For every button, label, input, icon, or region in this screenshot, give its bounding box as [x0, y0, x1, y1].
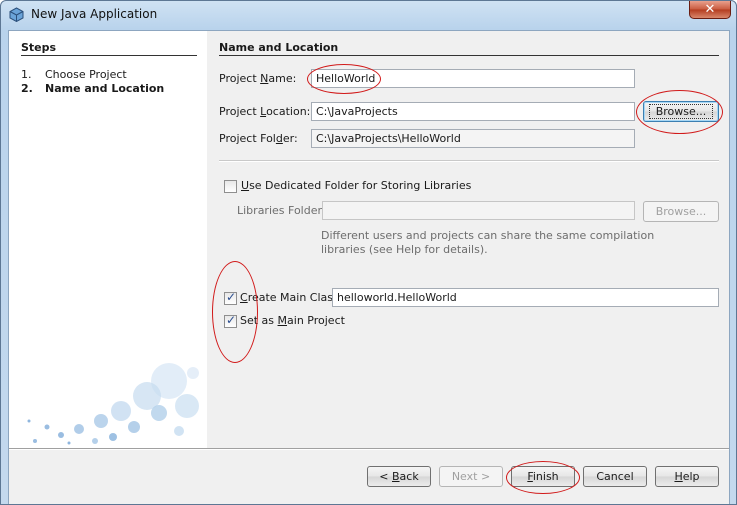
- step-label: Choose Project: [45, 68, 127, 81]
- close-button[interactable]: ✕: [689, 1, 731, 19]
- set-main-project-label[interactable]: Set as Main Project: [240, 314, 345, 327]
- window-title: New Java Application: [31, 7, 158, 21]
- checkmark-icon: ✓: [226, 313, 237, 327]
- finish-button[interactable]: Finish: [511, 466, 575, 487]
- dedicated-libraries-checkbox[interactable]: [224, 180, 237, 193]
- steps-pane: Steps 1. Choose Project 2. Name and Locati…: [9, 31, 207, 448]
- separator: [219, 160, 719, 162]
- dedicated-libraries-label[interactable]: Use Dedicated Folder for Storing Librari…: [241, 179, 471, 192]
- step-name-and-location: 2. Name and Location: [21, 82, 164, 95]
- decorative-bubbles-image: [27, 363, 199, 445]
- steps-heading: Steps: [21, 41, 57, 54]
- browse-location-button[interactable]: Browse...: [643, 101, 719, 122]
- project-location-label: Project Location:: [219, 105, 311, 118]
- set-main-project-checkbox[interactable]: ✓: [224, 313, 237, 328]
- netbeans-cube-icon: [9, 7, 24, 22]
- libraries-hint-line-2: libraries (see Help for details).: [321, 243, 488, 256]
- project-name-label: Project Name:: [219, 72, 297, 85]
- libraries-hint-line-1: Different users and projects can share t…: [321, 229, 655, 242]
- step-number: 2.: [21, 82, 33, 95]
- step-choose-project: 1. Choose Project: [21, 68, 127, 81]
- dialog-window: New Java Application ✕ Steps 1. Choose Pr…: [0, 0, 737, 505]
- steps-divider: [21, 55, 197, 56]
- project-location-input[interactable]: C:\JavaProjects: [311, 102, 635, 121]
- browse-libraries-button[interactable]: Browse...: [643, 201, 719, 222]
- project-folder-label: Project Folder:: [219, 132, 298, 145]
- cancel-button[interactable]: Cancel: [583, 466, 647, 487]
- footer-separator: [9, 448, 729, 450]
- create-main-class-label[interactable]: Create Main Class: [240, 291, 339, 304]
- section-divider: [219, 55, 719, 56]
- main-class-input[interactable]: helloworld.HelloWorld: [332, 288, 719, 307]
- section-title: Name and Location: [219, 41, 339, 54]
- create-main-class-checkbox[interactable]: ✓: [224, 290, 237, 305]
- back-button[interactable]: < Back: [367, 466, 431, 487]
- project-name-input[interactable]: HelloWorld: [311, 69, 635, 88]
- libraries-folder-input[interactable]: [322, 201, 635, 220]
- project-folder-input[interactable]: C:\JavaProjects\HelloWorld: [311, 129, 635, 148]
- libraries-folder-label: Libraries Folder:: [237, 204, 326, 217]
- close-icon: ✕: [704, 2, 716, 17]
- browse-location-label: Browse...: [648, 104, 714, 119]
- title-bar[interactable]: New Java Application ✕: [1, 1, 736, 27]
- next-button[interactable]: Next >: [439, 466, 503, 487]
- step-label: Name and Location: [45, 82, 165, 95]
- step-number: 1.: [21, 68, 32, 81]
- help-button[interactable]: Help: [655, 466, 719, 487]
- dialog-client: Steps 1. Choose Project 2. Name and Locati…: [8, 30, 730, 504]
- checkmark-icon: ✓: [226, 290, 237, 304]
- annotation-ellipse-checkboxes: [212, 261, 258, 363]
